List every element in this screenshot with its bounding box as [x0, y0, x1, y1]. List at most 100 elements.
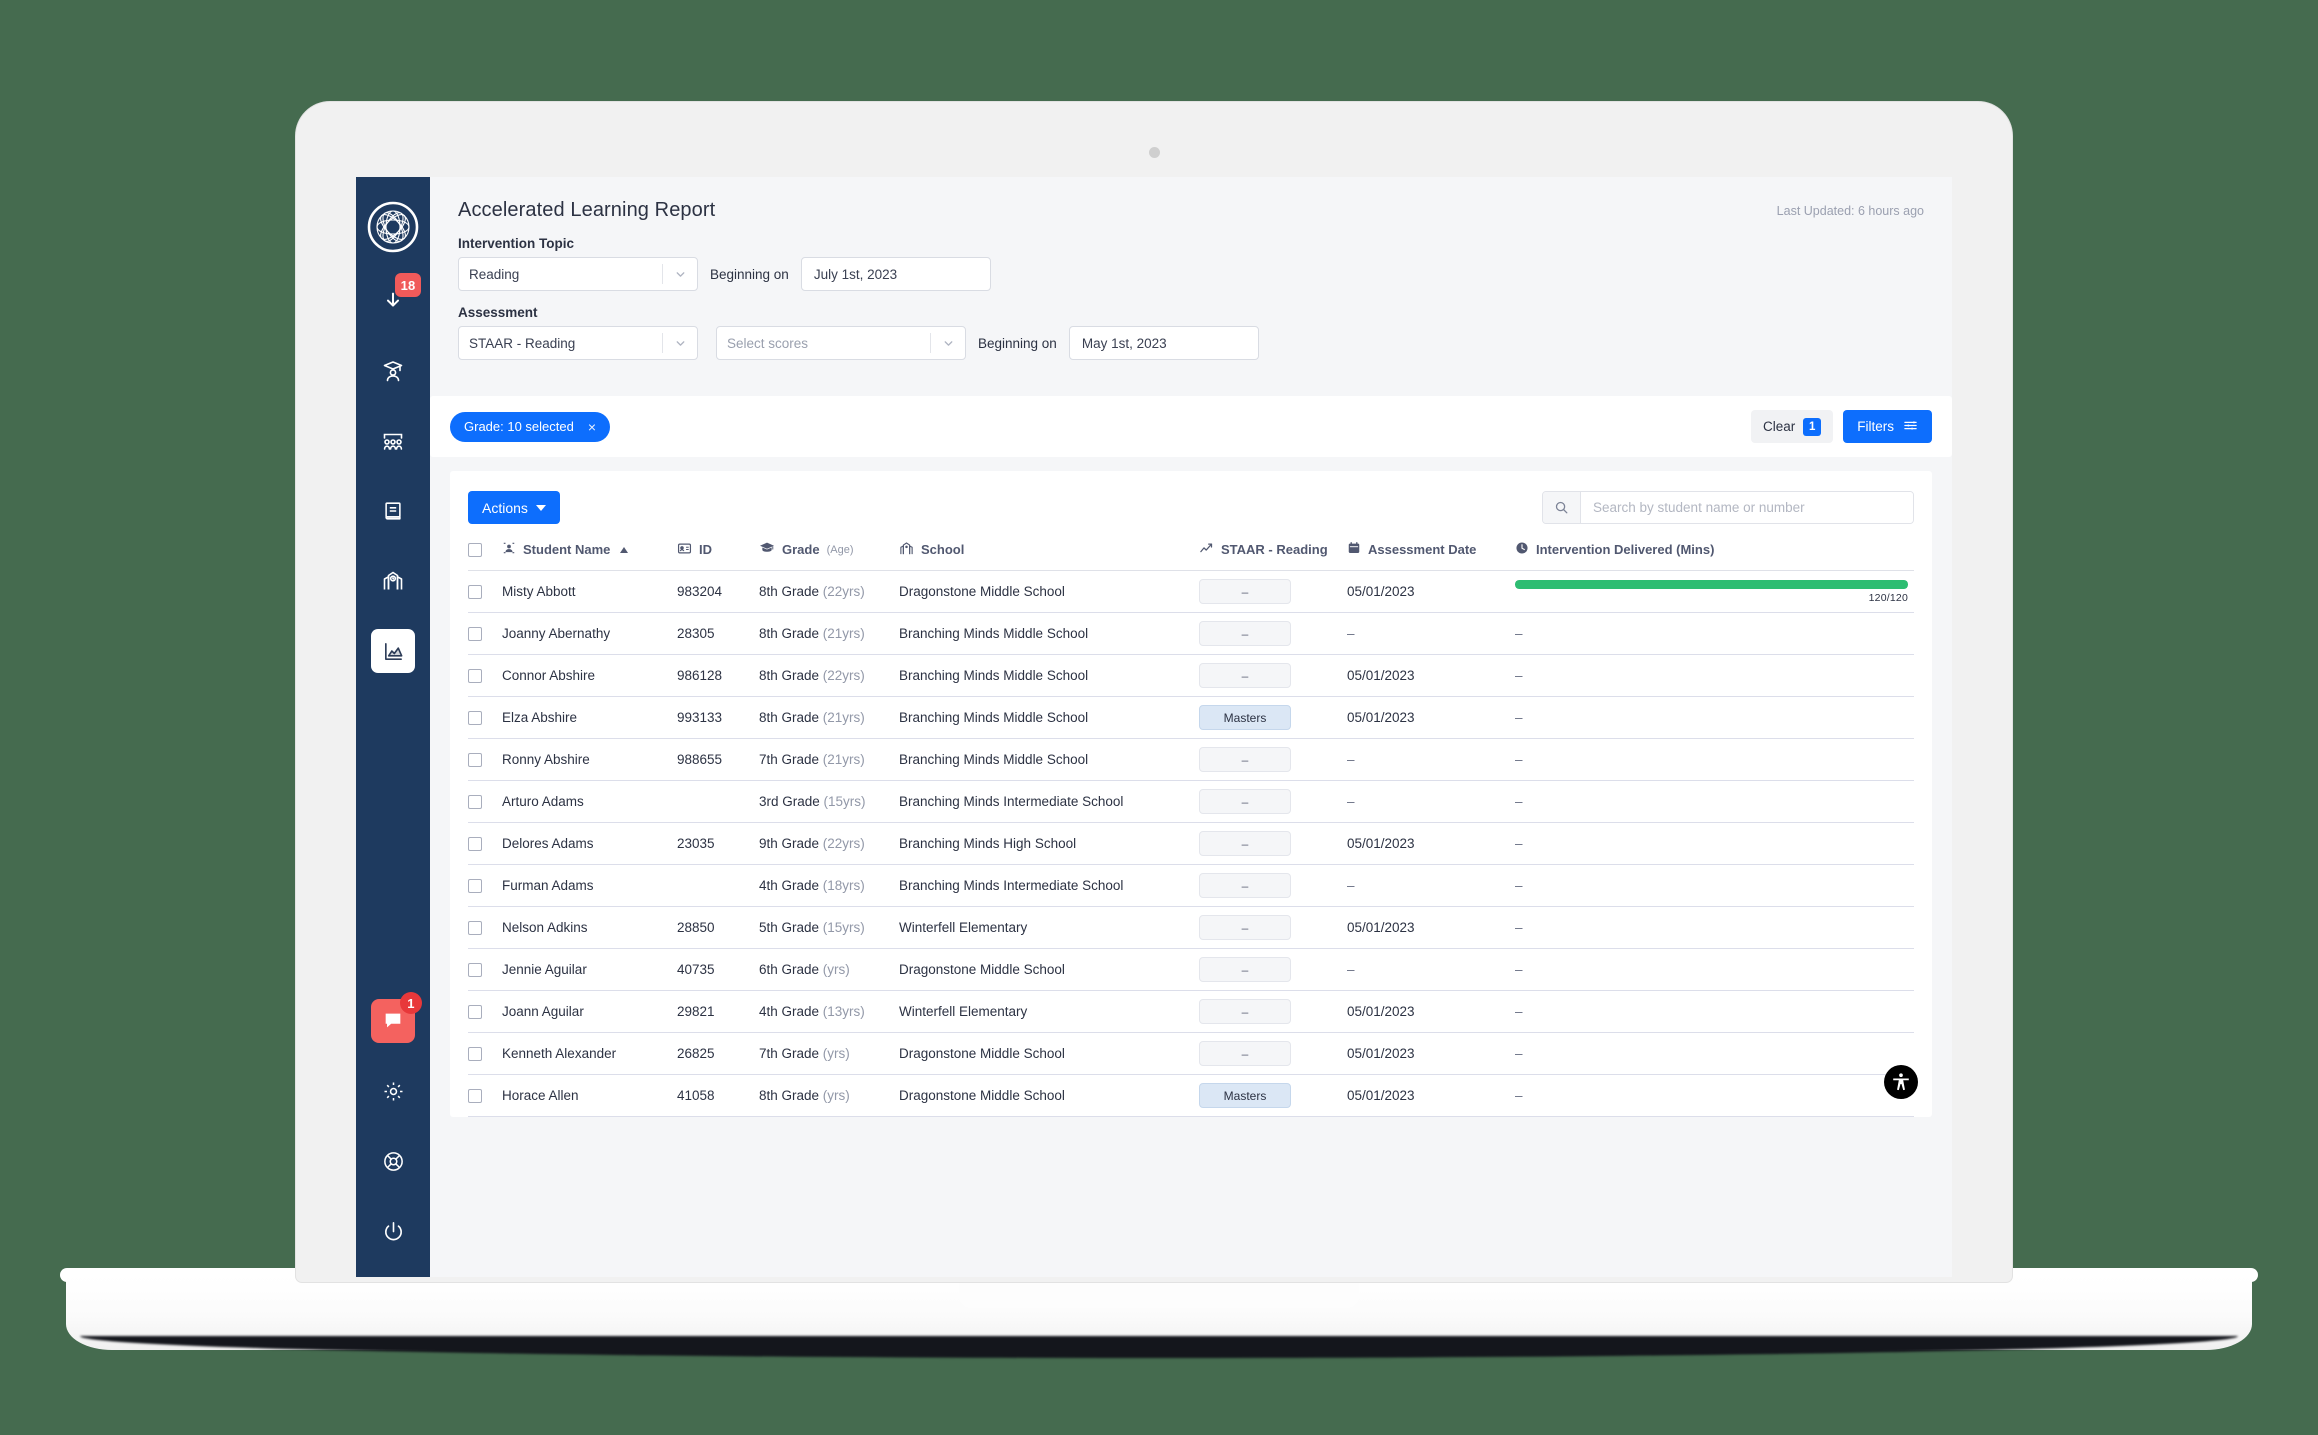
row-checkbox[interactable] [468, 669, 482, 684]
row-checkbox[interactable] [468, 753, 482, 768]
column-intervention-delivered[interactable]: Intervention Delivered (Mins) [1515, 540, 1914, 571]
filters-panel: Intervention Topic Reading Beginning on … [458, 236, 1924, 360]
filter-chip-grade[interactable]: Grade: 10 selected × [450, 411, 611, 442]
row-checkbox[interactable] [468, 879, 482, 894]
cell-school: Dragonstone Middle School [899, 948, 1199, 991]
search-box[interactable] [1542, 491, 1914, 524]
intervention-topic-select[interactable]: Reading [458, 257, 698, 291]
cell-school: Dragonstone Middle School [899, 1074, 1199, 1117]
table-row[interactable]: Furman Adams 4th Grade (18yrs) Branching M… [468, 864, 1914, 907]
cell-assessment-date: – [1347, 738, 1515, 781]
table-row[interactable]: Nelson Adkins 28850 5th Grade (15yrs) Winte… [468, 906, 1914, 949]
row-select-cell[interactable] [468, 654, 502, 697]
intervention-empty: – [1515, 626, 1523, 641]
search-input[interactable] [1581, 492, 1913, 523]
sort-ascending-icon[interactable] [620, 546, 629, 553]
row-select-cell[interactable] [468, 990, 502, 1033]
row-select-cell[interactable] [468, 738, 502, 781]
sidebar-item-notifications[interactable]: 18 [371, 273, 421, 323]
column-grade[interactable]: Grade (Age) [759, 540, 899, 571]
sidebar-item-logout[interactable] [371, 1209, 415, 1253]
filters-label: Filters [1857, 419, 1894, 434]
column-label: Grade [782, 542, 820, 557]
search-icon [1543, 492, 1581, 523]
row-select-cell[interactable] [468, 612, 502, 655]
cell-staar-score: – [1199, 780, 1347, 823]
column-assessment-date[interactable]: Assessment Date [1347, 540, 1515, 571]
assessment-select[interactable]: STAAR - Reading [458, 326, 698, 360]
table-row[interactable]: Joann Aguilar 29821 4th Grade (13yrs) Winte… [468, 990, 1914, 1033]
row-select-cell[interactable] [468, 864, 502, 907]
table-row[interactable]: Horace Allen 41058 8th Grade (yrs) Dragonst… [468, 1074, 1914, 1117]
column-student-name[interactable]: Student Name [502, 540, 677, 571]
branching-minds-logo[interactable] [367, 201, 419, 253]
row-checkbox[interactable] [468, 711, 482, 726]
row-checkbox[interactable] [468, 585, 482, 600]
cell-intervention-delivered: 120/120 [1515, 570, 1914, 613]
table-row[interactable]: Ronny Abshire 988655 7th Grade (21yrs) Bran… [468, 738, 1914, 781]
row-select-cell[interactable] [468, 906, 502, 949]
cell-staar-score: – [1199, 1032, 1347, 1075]
row-checkbox[interactable] [468, 1089, 482, 1104]
sidebar-item-help[interactable] [371, 1139, 415, 1183]
accessibility-button[interactable] [1884, 1065, 1918, 1099]
actions-button[interactable]: Actions [468, 491, 560, 524]
column-id[interactable]: ID [677, 540, 759, 571]
sidebar-item-groups[interactable] [371, 419, 415, 463]
table-row[interactable]: Connor Abshire 986128 8th Grade (22yrs) Bra… [468, 654, 1914, 697]
cell-intervention-delivered: – [1515, 822, 1914, 865]
row-select-cell[interactable] [468, 1074, 502, 1117]
cell-student-name: Connor Abshire [502, 654, 677, 697]
sidebar-item-reports[interactable] [371, 629, 415, 673]
chevron-down-icon[interactable] [931, 327, 965, 359]
table-row[interactable]: Joanny Abernathy 28305 8th Grade (21yrs) Br… [468, 612, 1914, 655]
sidebar-item-chat[interactable]: 1 [371, 992, 422, 1043]
topic-beginning-date[interactable]: July 1st, 2023 [800, 257, 991, 291]
chat-badge: 1 [400, 992, 422, 1014]
select-all-checkbox[interactable] [468, 543, 482, 558]
column-school[interactable]: School [899, 540, 1199, 571]
score-badge: – [1199, 579, 1291, 604]
scores-select[interactable]: Select scores [716, 326, 966, 360]
row-select-cell[interactable] [468, 780, 502, 823]
app-sidebar: 18 1 [356, 177, 430, 1277]
cell-school: Branching Minds High School [899, 822, 1199, 865]
row-checkbox[interactable] [468, 963, 482, 978]
table-row[interactable]: Elza Abshire 993133 8th Grade (21yrs) Branc… [468, 696, 1914, 739]
table-row[interactable]: Delores Adams 23035 9th Grade (22yrs) Branc… [468, 822, 1914, 865]
sidebar-item-settings[interactable] [371, 1069, 415, 1113]
score-badge: – [1199, 747, 1291, 772]
row-select-cell[interactable] [468, 696, 502, 739]
table-row[interactable]: Arturo Adams 3rd Grade (15yrs) Branching M… [468, 780, 1914, 823]
column-staar-reading[interactable]: STAAR - Reading [1199, 540, 1347, 571]
score-badge: – [1199, 831, 1291, 856]
row-checkbox[interactable] [468, 837, 482, 852]
cell-id: 993133 [677, 696, 759, 739]
sidebar-item-schools[interactable] [371, 559, 415, 603]
sidebar-item-students[interactable] [371, 349, 415, 393]
row-select-cell[interactable] [468, 1032, 502, 1075]
filters-button[interactable]: Filters [1843, 410, 1932, 443]
row-select-cell[interactable] [468, 948, 502, 991]
cell-id: 40735 [677, 948, 759, 991]
cell-staar-score: – [1199, 864, 1347, 907]
row-checkbox[interactable] [468, 795, 482, 810]
main-content: Accelerated Learning Report Last Updated… [430, 177, 1952, 1277]
close-icon[interactable]: × [588, 419, 596, 435]
cell-staar-score: – [1199, 822, 1347, 865]
table-row[interactable]: Kenneth Alexander 26825 7th Grade (yrs) Dra… [468, 1032, 1914, 1075]
row-select-cell[interactable] [468, 822, 502, 865]
assessment-beginning-date[interactable]: May 1st, 2023 [1068, 326, 1259, 360]
row-checkbox[interactable] [468, 921, 482, 936]
row-checkbox[interactable] [468, 1047, 482, 1062]
sidebar-item-library[interactable] [371, 489, 415, 533]
chevron-down-icon[interactable] [663, 327, 697, 359]
row-select-cell[interactable] [468, 570, 502, 613]
clear-filters-button[interactable]: Clear 1 [1750, 410, 1834, 443]
chevron-down-icon[interactable] [663, 258, 697, 290]
row-checkbox[interactable] [468, 627, 482, 642]
table-row[interactable]: Jennie Aguilar 40735 6th Grade (yrs) Dragon… [468, 948, 1914, 991]
table-row[interactable]: Misty Abbott 983204 8th Grade (22yrs) Drago… [468, 570, 1914, 613]
row-checkbox[interactable] [468, 1005, 482, 1020]
select-all-header[interactable] [468, 540, 502, 571]
